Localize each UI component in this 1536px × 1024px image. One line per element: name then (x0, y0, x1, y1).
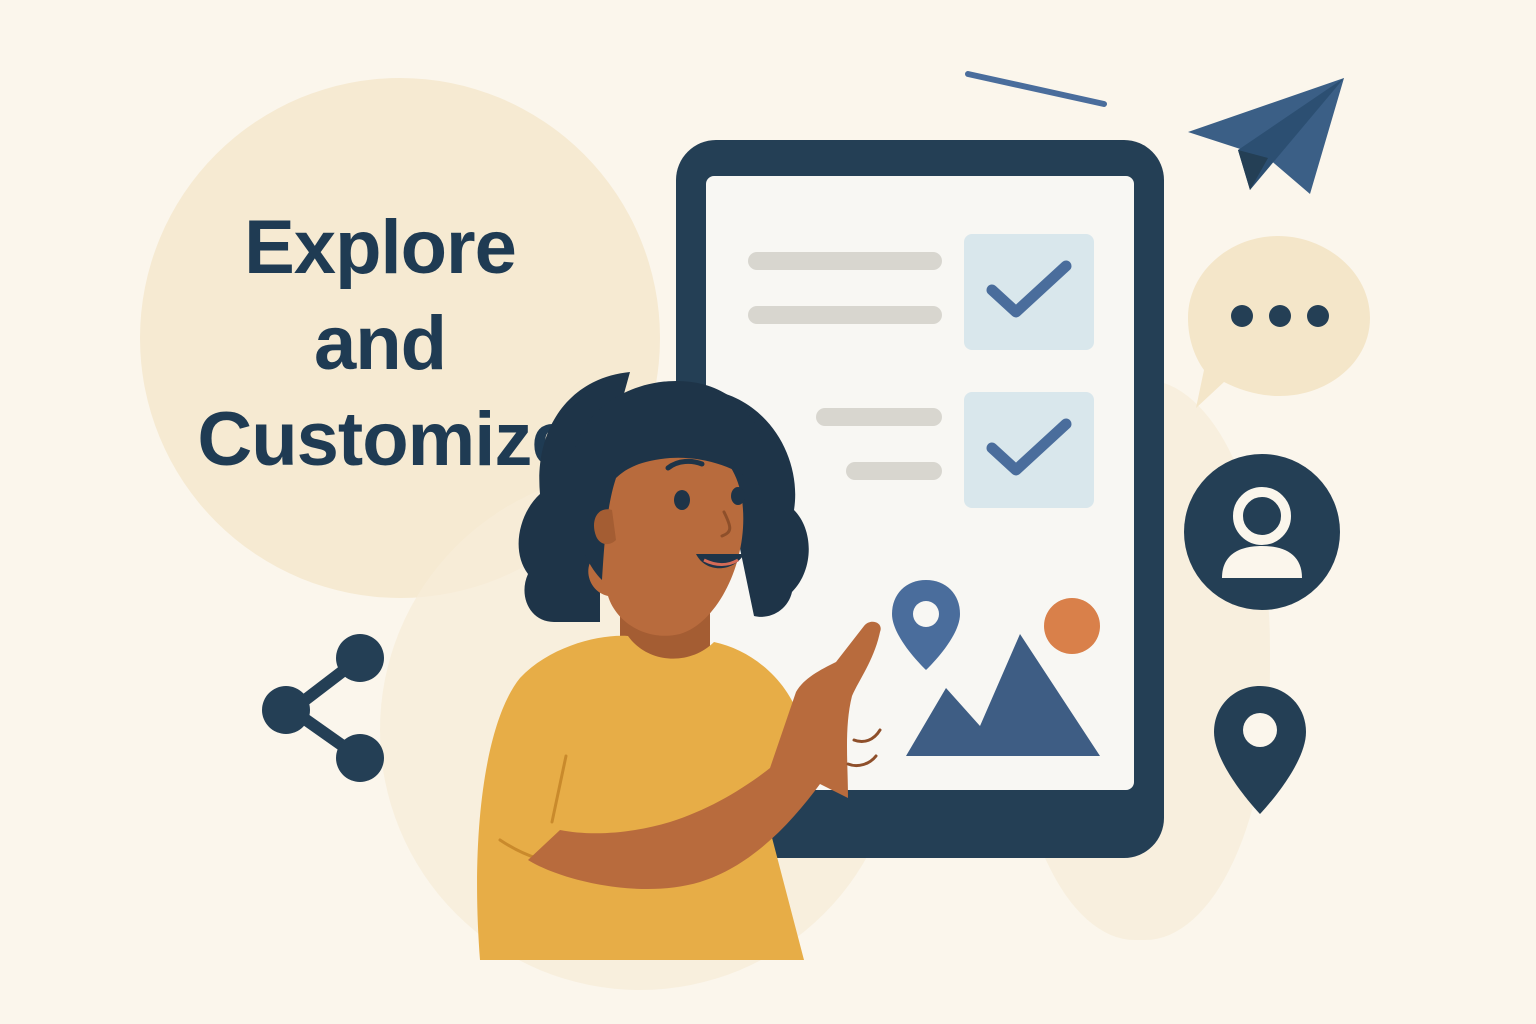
share-icon[interactable] (256, 630, 396, 790)
location-pin-icon[interactable] (1210, 684, 1310, 820)
decorative-dash (965, 71, 1107, 107)
paper-plane-icon[interactable] (1180, 70, 1350, 200)
chat-bubble-icon[interactable] (1186, 232, 1376, 422)
text-placeholder-line (748, 252, 942, 270)
checkbox-checked[interactable] (964, 234, 1094, 350)
user-profile-icon[interactable] (1184, 454, 1344, 614)
checkmark-icon (986, 418, 1072, 476)
illustration-canvas: Explore and Customize (0, 0, 1536, 1024)
person-pointing (477, 372, 882, 960)
checkbox-checked[interactable] (964, 392, 1094, 508)
text-placeholder-line (748, 306, 942, 324)
headline-line-1: Explore (244, 205, 517, 290)
checkmark-icon (986, 260, 1072, 318)
image-icon[interactable] (876, 576, 1116, 776)
